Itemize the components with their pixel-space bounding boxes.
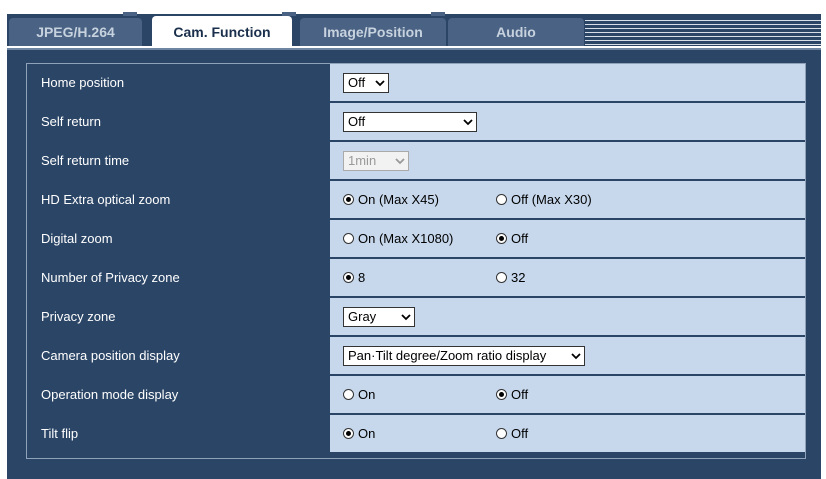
radio-selected-icon	[496, 389, 507, 400]
setting-row-digital-zoom: Digital zoom On (Max X1080) Off	[27, 220, 805, 259]
setting-label: HD Extra optical zoom	[27, 181, 328, 218]
setting-row-tilt-flip: Tilt flip On Off	[27, 415, 805, 452]
select-value: 1min	[348, 153, 377, 168]
chevron-down-icon	[401, 313, 411, 320]
setting-value: Off	[328, 64, 805, 101]
setting-label: Tilt flip	[27, 415, 328, 452]
setting-value: Off	[328, 103, 805, 140]
hd-extra-zoom-radio-group: On (Max X45) Off (Max X30)	[343, 192, 592, 207]
digital-zoom-off-radio[interactable]: Off	[496, 231, 528, 246]
setting-value: Gray	[328, 298, 805, 335]
settings-table: Home position Off Self return Off Self r…	[26, 63, 806, 459]
radio-label: On (Max X45)	[358, 192, 439, 207]
camera-position-display-select[interactable]: Pan·Tilt degree/Zoom ratio display	[343, 345, 585, 366]
tab-divider	[282, 12, 296, 16]
radio-selected-icon	[343, 194, 354, 205]
setting-row-camera-position-display: Camera position display Pan·Tilt degree/…	[27, 337, 805, 376]
hd-extra-zoom-on-radio[interactable]: On (Max X45)	[343, 192, 496, 207]
tab-image-position[interactable]: Image/Position	[300, 18, 446, 46]
setting-row-self-return-time: Self return time 1min	[27, 142, 805, 181]
setting-label: Home position	[27, 64, 328, 101]
setting-value: On (Max X45) Off (Max X30)	[328, 181, 805, 218]
settings-panel: JPEG/H.264 Cam. Function Image/Position …	[7, 12, 821, 479]
radio-selected-icon	[496, 233, 507, 244]
radio-label: Off	[511, 231, 529, 246]
tab-jpeg-h264[interactable]: JPEG/H.264	[9, 18, 142, 46]
operation-mode-on-radio[interactable]: On	[343, 387, 496, 402]
tab-cam-function[interactable]: Cam. Function	[152, 16, 292, 48]
setting-label: Operation mode display	[27, 376, 328, 413]
tilt-flip-radio-group: On Off	[343, 426, 528, 441]
tilt-flip-off-radio[interactable]: Off	[496, 426, 528, 441]
digital-zoom-on-radio[interactable]: On (Max X1080)	[343, 231, 496, 246]
radio-unselected-icon	[496, 428, 507, 439]
radio-unselected-icon	[343, 233, 354, 244]
setting-row-self-return: Self return Off	[27, 103, 805, 142]
select-value: Pan·Tilt degree/Zoom ratio display	[348, 348, 547, 363]
setting-label: Self return time	[27, 142, 328, 179]
tilt-flip-on-radio[interactable]: On	[343, 426, 496, 441]
self-return-select[interactable]: Off	[343, 111, 477, 132]
tab-divider	[123, 12, 137, 16]
radio-label: 8	[358, 270, 366, 285]
radio-unselected-icon	[496, 194, 507, 205]
radio-selected-icon	[343, 272, 354, 283]
radio-selected-icon	[343, 428, 354, 439]
operation-mode-radio-group: On Off	[343, 387, 528, 402]
radio-label: Off	[511, 387, 529, 402]
setting-label: Camera position display	[27, 337, 328, 374]
setting-value: 1min	[328, 142, 805, 179]
chevron-down-icon	[571, 352, 581, 359]
radio-label: On	[358, 426, 376, 441]
home-position-select[interactable]: Off	[343, 72, 389, 93]
setting-label: Number of Privacy zone	[27, 259, 328, 296]
operation-mode-off-radio[interactable]: Off	[496, 387, 528, 402]
privacy-zone-32-radio[interactable]: 32	[496, 270, 525, 285]
setting-label: Privacy zone	[27, 298, 328, 335]
setting-row-privacy-zone: Privacy zone Gray	[27, 298, 805, 337]
radio-label: On (Max X1080)	[358, 231, 454, 246]
chevron-down-icon	[375, 79, 385, 86]
setting-label: Digital zoom	[27, 220, 328, 257]
radio-unselected-icon	[343, 389, 354, 400]
setting-row-home-position: Home position Off	[27, 64, 805, 103]
chevron-down-icon	[463, 118, 473, 125]
privacy-zone-8-radio[interactable]: 8	[343, 270, 496, 285]
tab-divider	[431, 12, 445, 16]
privacy-zone-select[interactable]: Gray	[343, 306, 415, 327]
select-value: Gray	[348, 309, 377, 324]
setting-value: On Off	[328, 415, 805, 452]
setting-row-privacy-zone-number: Number of Privacy zone 8 32	[27, 259, 805, 298]
radio-unselected-icon	[496, 272, 507, 283]
hd-extra-zoom-off-radio[interactable]: Off (Max X30)	[496, 192, 592, 207]
select-value: Off	[348, 114, 366, 129]
setting-row-operation-mode-display: Operation mode display On Off	[27, 376, 805, 415]
tab-audio[interactable]: Audio	[448, 18, 584, 46]
select-value: Off	[348, 75, 366, 90]
setting-value: Pan·Tilt degree/Zoom ratio display	[328, 337, 805, 374]
radio-label: Off	[511, 426, 529, 441]
chevron-down-icon	[395, 157, 405, 164]
self-return-time-select: 1min	[343, 150, 409, 171]
radio-label: On	[358, 387, 376, 402]
setting-value: On Off	[328, 376, 805, 413]
setting-value: 8 32	[328, 259, 805, 296]
tab-bar-decoration	[585, 20, 821, 46]
tab-bar: JPEG/H.264 Cam. Function Image/Position …	[7, 12, 821, 48]
radio-label: 32	[511, 270, 526, 285]
radio-label: Off (Max X30)	[511, 192, 592, 207]
setting-row-hd-extra-zoom: HD Extra optical zoom On (Max X45) Off (…	[27, 181, 805, 220]
privacy-zone-number-radio-group: 8 32	[343, 270, 525, 285]
setting-label: Self return	[27, 103, 328, 140]
digital-zoom-radio-group: On (Max X1080) Off	[343, 231, 528, 246]
setting-value: On (Max X1080) Off	[328, 220, 805, 257]
tab-underline-shadow	[7, 48, 821, 50]
